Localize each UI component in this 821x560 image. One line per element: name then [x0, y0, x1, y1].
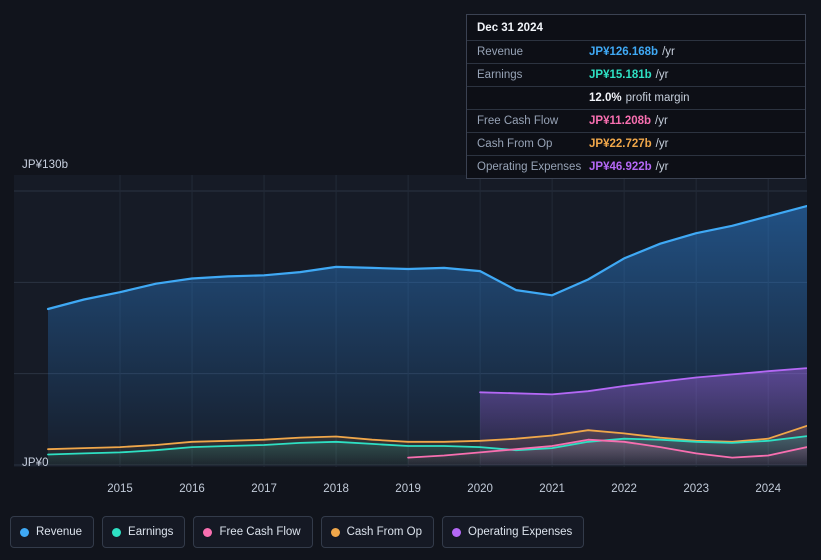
legend-color-dot-icon — [452, 527, 462, 537]
x-axis-tick-label: 2021 — [539, 483, 565, 495]
legend-item-label: Free Cash Flow — [219, 526, 301, 538]
tooltip-row-value: JP¥22.727b — [589, 138, 652, 150]
tooltip-row-label: Earnings — [477, 69, 523, 81]
tooltip-row-value: JP¥126.168b — [589, 46, 659, 58]
tooltip-row-label: Operating Expenses — [477, 161, 582, 173]
y-axis-max-label: JP¥130b — [22, 159, 69, 171]
legend-item-label: Earnings — [128, 526, 174, 538]
tooltip-row-unit: /yr — [655, 161, 669, 173]
tooltip-row: Cash From Op JP¥22.727b/yr — [467, 133, 805, 156]
x-axis-tick-label: 2016 — [179, 483, 205, 495]
x-axis-tick-label: 2019 — [395, 483, 421, 495]
tooltip-row-label: Free Cash Flow — [477, 115, 559, 127]
tooltip-row-value-wrap: JP¥46.922b/yr — [589, 160, 668, 174]
tooltip-rows: Revenue JP¥126.168b/yr Earnings JP¥15.181b /… — [467, 41, 805, 178]
tooltip-row: Earnings JP¥15.181b/yr — [467, 64, 805, 87]
x-axis-tick-label: 2024 — [755, 483, 781, 495]
tooltip-row-value-wrap: 12.0% profit margin — [589, 91, 690, 105]
x-axis-tick-label: 2015 — [107, 483, 133, 495]
x-axis-tick-label: 2020 — [467, 483, 493, 495]
tooltip-row-value: JP¥46.922b — [589, 161, 652, 173]
chart-legend[interactable]: Revenue Earnings Free Cash Flow Cash From O… — [10, 516, 585, 548]
tooltip-row-unit: profit margin — [625, 92, 690, 104]
chart-tooltip: Dec 31 2024 Revenue JP¥126.168b/yr Earning… — [466, 14, 806, 179]
x-axis-tick-label: 2017 — [251, 483, 277, 495]
tooltip-row-value-wrap: JP¥126.168b/yr — [589, 45, 675, 59]
tooltip-row-value: JP¥11.208b — [589, 115, 652, 127]
tooltip-row-unit: /yr — [655, 115, 668, 127]
tooltip-row: Operating Expenses JP¥46.922b/yr — [467, 156, 805, 178]
legend-item-revenue[interactable]: Revenue — [10, 516, 95, 548]
tooltip-row-label: Revenue — [477, 46, 524, 58]
chart-svg — [14, 175, 807, 467]
tooltip-row-value-wrap: JP¥15.181b/yr — [589, 68, 668, 82]
x-axis-tick-label: 2023 — [683, 483, 709, 495]
tooltip-row: Free Cash Flow JP¥11.208b/yr — [467, 110, 805, 133]
legend-item-label: Revenue — [36, 526, 83, 538]
tooltip-row-value-wrap: JP¥11.208b/yr — [589, 114, 668, 128]
x-axis-tick-label: 2018 — [323, 483, 349, 495]
chart-plot-area[interactable] — [14, 175, 807, 467]
tooltip-row-unit: /yr — [655, 138, 669, 150]
tooltip-row-label: Cash From Op — [477, 138, 553, 150]
tooltip-row-value: JP¥15.181b — [589, 69, 652, 81]
legend-item-label: Operating Expenses — [468, 526, 573, 538]
legend-color-dot-icon — [203, 527, 213, 537]
y-axis-min-label: JP¥0 — [22, 457, 49, 469]
legend-color-dot-icon — [330, 527, 340, 537]
legend-item-label: Cash From Op — [346, 526, 423, 538]
legend-color-dot-icon — [20, 527, 29, 537]
legend-item-cash-from-op[interactable]: Cash From Op — [320, 516, 435, 548]
legend-item-operating-expenses[interactable]: Operating Expenses — [442, 516, 585, 548]
tooltip-row: Revenue JP¥126.168b/yr — [467, 41, 805, 64]
tooltip-row-value: 12.0% — [589, 92, 622, 104]
tooltip-date: Dec 31 2024 — [467, 15, 805, 41]
tooltip-row: 12.0% profit margin — [467, 87, 805, 110]
legend-item-earnings[interactable]: Earnings — [102, 516, 186, 548]
tooltip-row-unit: /yr — [655, 69, 669, 81]
chart-page: JP¥130b JP¥0 2015 2016 2017 2018 2019 2020 202… — [0, 0, 821, 560]
tooltip-row-unit: /yr — [662, 46, 675, 58]
legend-color-dot-icon — [112, 527, 122, 537]
legend-item-free-cash-flow[interactable]: Free Cash Flow — [193, 516, 313, 548]
x-axis-tick-label: 2022 — [611, 483, 637, 495]
x-axis-labels: 2015 2016 2017 2018 2019 2020 2021 2022 2023 2024 — [0, 483, 821, 499]
tooltip-row-value-wrap: JP¥22.727b/yr — [589, 137, 668, 151]
